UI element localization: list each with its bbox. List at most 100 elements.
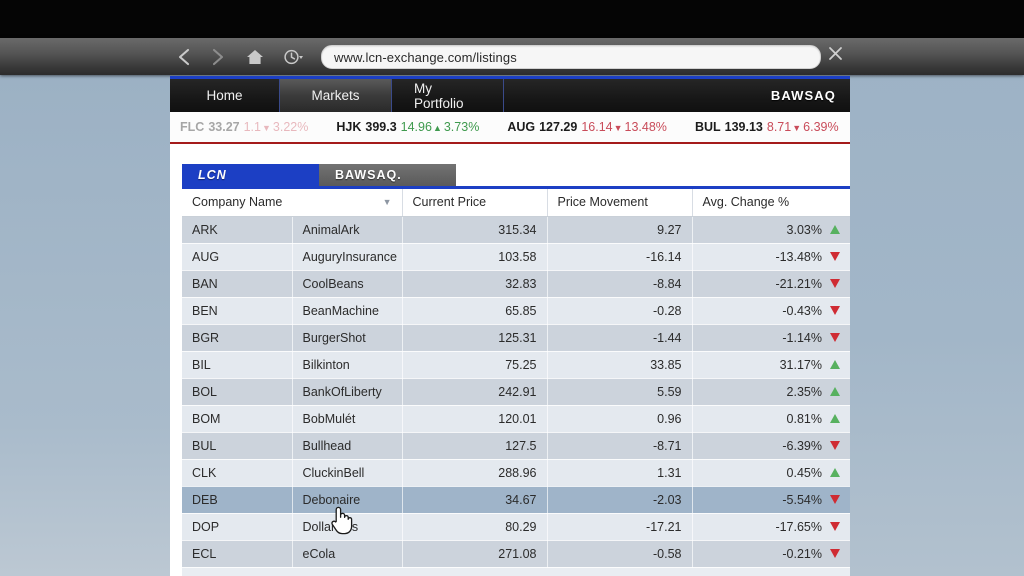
cell-avg-change-value: -17.65%: [775, 520, 822, 534]
cell-avg-change: -1.14%: [692, 324, 850, 351]
column-header-current-price[interactable]: Current Price: [402, 189, 547, 216]
cell-ticker-symbol: CLK: [182, 459, 292, 486]
table-row[interactable]: BOMBobMulét120.010.960.81%: [182, 405, 850, 432]
listings-table-body: ARKAnimalArk315.349.273.03%AUGAuguryInsu…: [182, 216, 850, 567]
desktop-left-shade: [0, 75, 170, 576]
cell-avg-change: 0.81%: [692, 405, 850, 432]
cell-avg-change: 31.17%: [692, 351, 850, 378]
nav-tab-home[interactable]: Home: [170, 79, 280, 112]
site-logo-label: BAWSAQ: [771, 88, 836, 103]
cell-company-name: BankOfLiberty: [292, 378, 402, 405]
ticker-item[interactable]: BUL139.138.71▼6.39%: [685, 120, 839, 134]
cell-ticker-symbol: DOP: [182, 513, 292, 540]
close-icon: [828, 46, 843, 66]
ticker-percent: 6.39%: [803, 120, 838, 134]
table-row[interactable]: ARKAnimalArk315.349.273.03%: [182, 216, 850, 243]
cell-current-price: 127.5: [402, 432, 547, 459]
nav-tab-markets-label: Markets: [311, 88, 359, 103]
exchange-tab-lcn[interactable]: LCN: [182, 164, 319, 186]
ticker-percent: 3.22%: [273, 120, 308, 134]
column-header-price-movement-label: Price Movement: [558, 195, 648, 209]
exchange-tab-lcn-label: LCN: [198, 168, 227, 182]
table-row[interactable]: AUGAuguryInsurance103.58-16.14-13.48%: [182, 243, 850, 270]
cell-ticker-symbol: BIL: [182, 351, 292, 378]
ticker-item[interactable]: FLC33.271.1▼3.22%: [170, 120, 308, 134]
cell-company-name: DollarPills: [292, 513, 402, 540]
triangle-down-icon: [830, 252, 840, 261]
column-header-avg-change-label: Avg. Change %: [703, 195, 790, 209]
table-row[interactable]: BANCoolBeans32.83-8.84-21.21%: [182, 270, 850, 297]
table-header-row: Company Name ▼ Current Price Price Movem…: [182, 189, 850, 216]
market-ticker[interactable]: FLC33.271.1▼3.22% HJK399.314.96▲3.73% AUG1…: [170, 112, 850, 144]
cell-current-price: 120.01: [402, 405, 547, 432]
cell-company-name: BobMulét: [292, 405, 402, 432]
exchange-tabs: LCN BAWSAQ.: [182, 164, 850, 186]
cell-ticker-symbol: BUL: [182, 432, 292, 459]
table-row[interactable]: ECLeCola271.08-0.58-0.21%: [182, 540, 850, 567]
ticker-percent: 13.48%: [625, 120, 667, 134]
cell-avg-change: -0.43%: [692, 297, 850, 324]
cell-avg-change-value: -0.43%: [782, 304, 822, 318]
cell-avg-change: 0.45%: [692, 459, 850, 486]
cell-current-price: 271.08: [402, 540, 547, 567]
ticker-symbol: HJK: [336, 120, 361, 134]
cell-avg-change-value: -6.39%: [782, 439, 822, 453]
table-row[interactable]: BENBeanMachine65.85-0.28-0.43%: [182, 297, 850, 324]
cell-current-price: 103.58: [402, 243, 547, 270]
nav-tab-markets[interactable]: Markets: [280, 79, 392, 112]
cell-price-movement: 33.85: [547, 351, 692, 378]
cell-price-movement: 9.27: [547, 216, 692, 243]
cell-ticker-symbol: BGR: [182, 324, 292, 351]
ticker-price: 139.13: [725, 120, 763, 134]
cell-current-price: 32.83: [402, 270, 547, 297]
exchange-tab-bawsaq[interactable]: BAWSAQ.: [319, 164, 456, 186]
ticker-percent: 3.73%: [444, 120, 479, 134]
cell-ticker-symbol: ARK: [182, 216, 292, 243]
home-button[interactable]: [240, 38, 270, 75]
triangle-down-icon: ▼: [262, 123, 271, 133]
desktop-top-band: [0, 0, 1024, 38]
column-header-avg-change[interactable]: Avg. Change %: [692, 189, 850, 216]
cell-price-movement: -0.58: [547, 540, 692, 567]
nav-tab-my-portfolio-label: My Portfolio: [414, 81, 481, 111]
column-header-price-movement[interactable]: Price Movement: [547, 189, 692, 216]
cell-price-movement: -8.84: [547, 270, 692, 297]
navbar-spacer: [504, 79, 771, 112]
cell-avg-change-value: 0.45%: [787, 466, 822, 480]
sort-caret-down-icon[interactable]: ▼: [383, 197, 392, 207]
cell-avg-change-value: -13.48%: [775, 250, 822, 264]
triangle-down-icon: [830, 522, 840, 531]
table-row[interactable]: BILBilkinton75.2533.8531.17%: [182, 351, 850, 378]
cell-ticker-symbol: AUG: [182, 243, 292, 270]
nav-tab-my-portfolio[interactable]: My Portfolio: [392, 79, 504, 112]
table-row[interactable]: BOLBankOfLiberty242.915.592.35%: [182, 378, 850, 405]
table-row[interactable]: BULBullhead127.5-8.71-6.39%: [182, 432, 850, 459]
address-bar[interactable]: www.lcn-exchange.com/listings: [321, 45, 821, 69]
ticker-item[interactable]: AUG127.2916.14▼13.48%: [497, 120, 667, 134]
close-tab-button[interactable]: [824, 45, 846, 67]
ticker-item[interactable]: HJK399.314.96▲3.73%: [326, 120, 479, 134]
cell-avg-change-value: 2.35%: [787, 385, 822, 399]
table-row[interactable]: BGRBurgerShot125.31-1.44-1.14%: [182, 324, 850, 351]
triangle-down-icon: [830, 495, 840, 504]
listings-table-container: Company Name ▼ Current Price Price Movem…: [182, 186, 850, 576]
history-button[interactable]: [277, 38, 311, 75]
cell-avg-change-value: 0.81%: [787, 412, 822, 426]
table-row[interactable]: DEBDebonaire34.67-2.03-5.54%: [182, 486, 850, 513]
column-header-company-name[interactable]: Company Name ▼: [182, 189, 402, 216]
cell-avg-change: 2.35%: [692, 378, 850, 405]
back-button[interactable]: [170, 38, 198, 75]
table-row[interactable]: CLKCluckinBell288.961.310.45%: [182, 459, 850, 486]
triangle-down-icon: [830, 549, 840, 558]
ticker-symbol: FLC: [180, 120, 204, 134]
triangle-down-icon: [830, 333, 840, 342]
cell-company-name: eCola: [292, 540, 402, 567]
page-viewport: Home Markets My Portfolio BAWSAQ FLC33.2…: [170, 76, 850, 576]
cell-price-movement: -16.14: [547, 243, 692, 270]
cell-avg-change: -6.39%: [692, 432, 850, 459]
nav-tab-home-label: Home: [206, 88, 242, 103]
forward-button[interactable]: [204, 38, 232, 75]
table-row[interactable]: DOPDollarPills80.29-17.21-17.65%: [182, 513, 850, 540]
column-header-company-name-label: Company Name: [192, 195, 282, 209]
cell-price-movement: -0.28: [547, 297, 692, 324]
